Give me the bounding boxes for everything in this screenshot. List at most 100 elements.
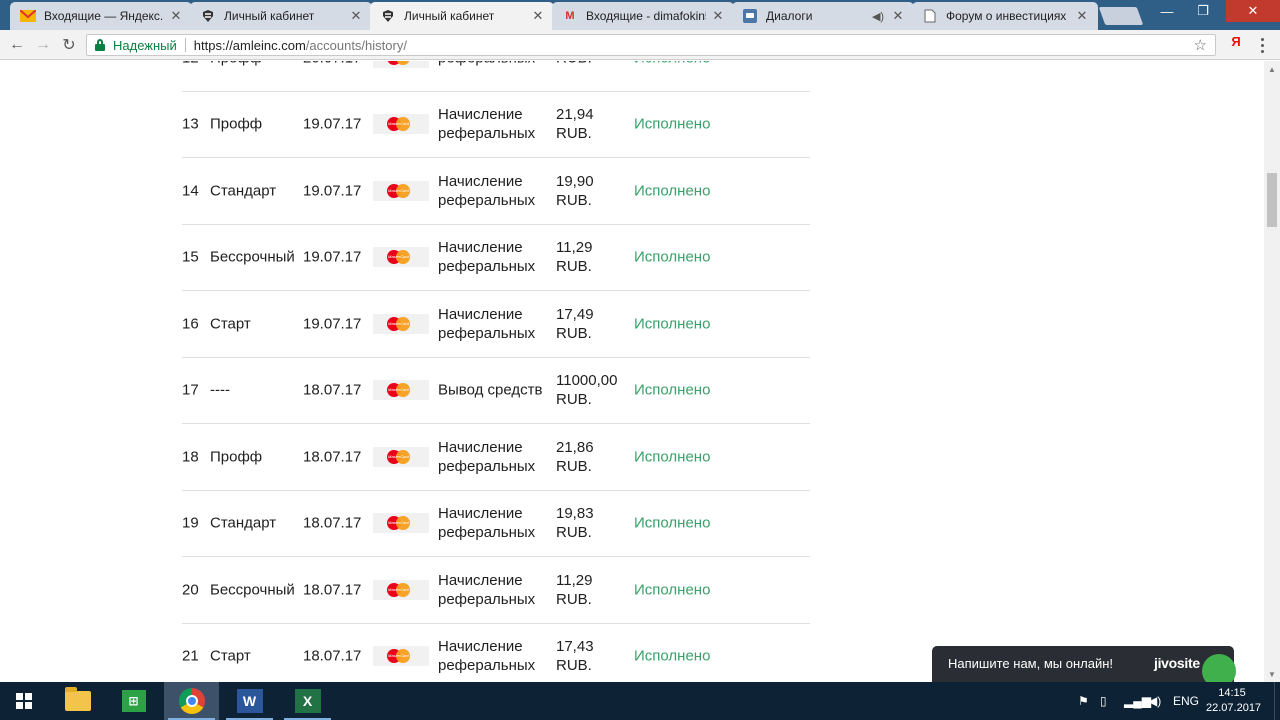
yandex-extension-icon[interactable]: Я bbox=[1228, 34, 1244, 54]
battery-icon[interactable]: ▯ bbox=[1100, 682, 1107, 720]
new-tab-button[interactable] bbox=[1098, 7, 1144, 25]
flag-icon[interactable]: ⚑ bbox=[1078, 682, 1089, 720]
amount-value: 19,90 bbox=[556, 172, 594, 190]
operation-line-2: реферальных bbox=[438, 457, 536, 475]
status-badge: Исполнено bbox=[634, 248, 711, 266]
address-bar[interactable]: Надежный https://amleinc.com/accounts/hi… bbox=[86, 34, 1216, 56]
tab-account-active[interactable]: Личный кабинет ✕ bbox=[370, 2, 554, 30]
operation-line-1: Начисление bbox=[438, 638, 523, 656]
amount-currency: RUB. bbox=[556, 125, 592, 143]
amount-value: 19,83 bbox=[556, 505, 594, 523]
back-icon[interactable]: ← bbox=[6, 34, 28, 56]
url-host: https://amleinc.com bbox=[193, 37, 306, 53]
card-brand: MasterCard bbox=[388, 121, 409, 127]
tab-account-1[interactable]: Личный кабинет ✕ bbox=[190, 2, 372, 30]
store-icon[interactable]: ⊞ bbox=[106, 682, 161, 720]
table-row: 13 Профф 19.07.17 MasterCard Начисление рефер… bbox=[182, 92, 810, 158]
volume-icon[interactable]: ◀) bbox=[1148, 682, 1161, 720]
tab-forum[interactable]: Форум о инвестициях а ✕ bbox=[912, 2, 1098, 30]
table-row: 18 Профф 18.07.17 MasterCard Начисление рефер… bbox=[182, 424, 810, 491]
windows-start-icon[interactable] bbox=[0, 682, 48, 720]
close-icon[interactable]: ✕ bbox=[168, 8, 184, 24]
row-plan: Профф bbox=[210, 115, 263, 133]
bookmark-star-icon[interactable]: ☆ bbox=[1194, 36, 1207, 54]
browser-menu-icon[interactable] bbox=[1254, 34, 1270, 56]
mastercard-icon: MasterCard bbox=[373, 380, 429, 401]
language-indicator[interactable]: ENG bbox=[1173, 682, 1199, 720]
show-desktop-button[interactable] bbox=[1274, 682, 1280, 720]
row-amount: 11,29 RUB. bbox=[556, 238, 592, 276]
close-window-icon[interactable]: ✕ bbox=[1226, 0, 1280, 22]
card-brand: MasterCard bbox=[388, 187, 409, 193]
reload-icon[interactable]: ↻ bbox=[58, 34, 80, 56]
scroll-down-icon[interactable]: ▼ bbox=[1264, 666, 1280, 682]
row-amount: 11000,00 RUB. bbox=[556, 371, 617, 409]
tab-vk-dialogs[interactable]: Диалоги ◀) ✕ bbox=[732, 2, 914, 30]
amount-currency: RUB. bbox=[556, 324, 592, 342]
close-icon[interactable]: ✕ bbox=[348, 8, 364, 24]
minimize-icon[interactable]: — bbox=[1150, 0, 1184, 22]
screen: Входящие — Яндекс.По ✕ Личный кабинет ✕ … bbox=[0, 0, 1280, 720]
close-icon[interactable]: ✕ bbox=[890, 8, 906, 24]
file-explorer-icon[interactable] bbox=[50, 682, 105, 720]
row-operation-type: Начисление реферальных bbox=[438, 637, 535, 675]
close-icon[interactable]: ✕ bbox=[530, 8, 546, 24]
clock[interactable]: 14:15 22.07.2017 bbox=[1206, 686, 1261, 716]
shield-s-icon bbox=[200, 8, 216, 24]
mastercard-icon: MasterCard bbox=[373, 114, 429, 135]
page-scrollbar[interactable]: ▲ ▼ bbox=[1264, 61, 1280, 682]
row-date: 18.07.17 bbox=[303, 647, 362, 665]
close-icon[interactable]: ✕ bbox=[1074, 8, 1090, 24]
scroll-up-icon[interactable]: ▲ bbox=[1264, 61, 1280, 77]
history-table: 12 Профф 20.07.17 MasterCard реферальных RUB.… bbox=[182, 61, 810, 682]
row-date: 19.07.17 bbox=[303, 182, 362, 200]
tab-title: Личный кабинет bbox=[224, 9, 315, 23]
row-date: 20.07.17 bbox=[303, 61, 361, 67]
row-number: 19 bbox=[182, 514, 199, 532]
row-number: 21 bbox=[182, 647, 199, 665]
row-number: 20 bbox=[182, 581, 199, 599]
amount-value: 21,86 bbox=[556, 438, 594, 456]
scrollbar-thumb[interactable] bbox=[1267, 173, 1277, 227]
divider bbox=[184, 38, 186, 52]
row-plan: Бессрочный bbox=[210, 248, 295, 266]
row-date: 18.07.17 bbox=[303, 514, 362, 532]
speaker-icon[interactable]: ◀) bbox=[870, 10, 886, 23]
row-number: 16 bbox=[182, 315, 199, 333]
forward-icon[interactable]: → bbox=[32, 34, 54, 56]
row-operation-type: реферальных bbox=[438, 61, 535, 67]
row-amount: 21,86 RUB. bbox=[556, 438, 594, 476]
secure-label: Надежный bbox=[113, 37, 177, 53]
amount-value: 17,49 bbox=[556, 305, 594, 323]
table-row: 15 Бессрочный 19.07.17 MasterCard Начисление… bbox=[182, 225, 810, 291]
row-operation-type: Начисление реферальных bbox=[438, 172, 535, 210]
tab-gmail[interactable]: M Входящие - dimafokin51 ✕ bbox=[552, 2, 734, 30]
table-row: 12 Профф 20.07.17 MasterCard реферальных RUB.… bbox=[182, 61, 810, 92]
tab-yandex-mail[interactable]: Входящие — Яндекс.По ✕ bbox=[10, 2, 192, 30]
chat-widget[interactable]: Напишите нам, мы онлайн! jivosite bbox=[932, 646, 1236, 688]
card-brand: MasterCard bbox=[388, 387, 409, 393]
card-brand: MasterCard bbox=[388, 453, 409, 459]
row-plan: Бессрочный bbox=[210, 581, 295, 599]
operation-line-2: реферальных bbox=[438, 590, 536, 608]
row-amount: RUB. bbox=[556, 61, 592, 67]
word-icon[interactable]: W bbox=[222, 682, 277, 720]
row-operation-type: Начисление реферальных bbox=[438, 105, 535, 143]
row-operation-type: Вывод средств bbox=[438, 381, 542, 400]
close-icon[interactable]: ✕ bbox=[710, 8, 726, 24]
excel-icon[interactable]: X bbox=[280, 682, 335, 720]
restore-icon[interactable]: ❐ bbox=[1186, 0, 1220, 22]
operation-line-2: реферальных bbox=[438, 191, 536, 209]
signal-icon[interactable]: ▂▄▆ bbox=[1124, 682, 1151, 720]
row-plan: ---- bbox=[210, 381, 230, 399]
operation-line-2: реферальных bbox=[438, 258, 536, 276]
page-content: 12 Профф 20.07.17 MasterCard реферальных RUB.… bbox=[0, 61, 1264, 682]
operation-line-1: Начисление bbox=[438, 239, 523, 257]
row-date: 18.07.17 bbox=[303, 581, 362, 599]
operation-line-1: Начисление bbox=[438, 438, 523, 456]
tab-title: Входящие - dimafokin51 bbox=[586, 9, 706, 23]
chrome-icon[interactable] bbox=[164, 682, 219, 720]
amount-currency: RUB. bbox=[556, 61, 592, 66]
operation-line-1: Начисление bbox=[438, 106, 523, 124]
status-badge: Исполнено bbox=[634, 448, 711, 466]
